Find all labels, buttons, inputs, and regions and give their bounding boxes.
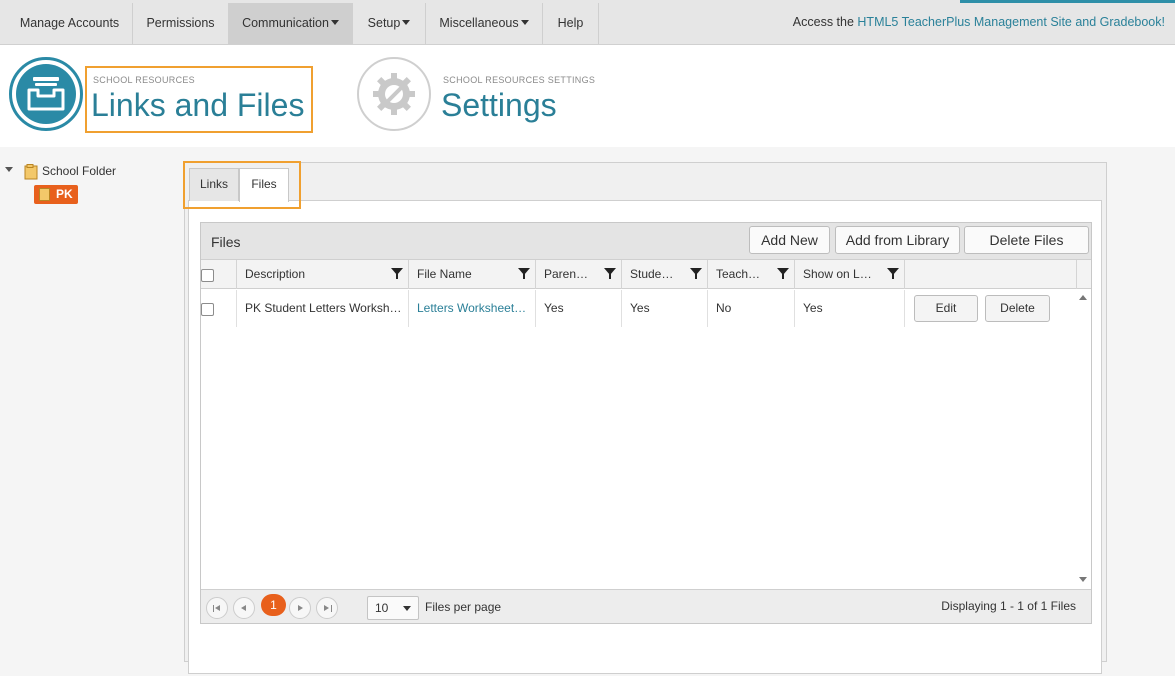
- cell-file-name-link[interactable]: Letters Worksheet…: [409, 290, 536, 327]
- links-files-highlight: [85, 66, 313, 133]
- nav-miscellaneous[interactable]: Miscellaneous: [426, 3, 543, 44]
- table-row[interactable]: PK Student Letters Worksh… Letters Works…: [201, 290, 1077, 327]
- first-page-icon: [213, 605, 214, 612]
- nav-label: Permissions: [146, 16, 215, 30]
- previous-page-button[interactable]: [233, 597, 255, 619]
- previous-page-icon: [241, 605, 246, 611]
- folder-icon: [39, 188, 50, 201]
- nav-label: Manage Accounts: [19, 16, 120, 30]
- tree-node-label: PK: [56, 187, 73, 201]
- caret-down-icon: [402, 20, 411, 25]
- collapse-toggle-icon[interactable]: [5, 167, 13, 172]
- settings-subtitle: SCHOOL RESOURCES SETTINGS: [443, 75, 596, 85]
- scroll-down-arrow-icon[interactable]: [1079, 577, 1087, 582]
- scroll-up-arrow-icon[interactable]: [1079, 295, 1087, 300]
- page-size-select[interactable]: 10: [367, 596, 419, 620]
- cell-show-on: Yes: [795, 290, 905, 327]
- page-size-label: Files per page: [425, 600, 502, 614]
- cell-teacher: No: [708, 290, 795, 327]
- nav-communication[interactable]: Communication: [229, 3, 353, 44]
- last-page-icon: [331, 605, 332, 612]
- nav-label: Communication: [242, 16, 329, 30]
- grid-header-row: Description File Name Paren… Stude… Teac…: [201, 260, 1091, 289]
- last-page-arrow-icon: [324, 605, 329, 611]
- delete-files-button[interactable]: Delete Files: [964, 226, 1089, 254]
- column-description[interactable]: Description: [237, 260, 409, 289]
- row-select-cell: [201, 290, 237, 327]
- inbox-tray-icon[interactable]: [9, 57, 83, 131]
- cell-student: Yes: [622, 290, 708, 327]
- pager-info: Displaying 1 - 1 of 1 Files: [941, 599, 1076, 613]
- next-page-icon: [298, 605, 303, 611]
- settings-gear-icon[interactable]: [357, 57, 431, 131]
- delete-button[interactable]: Delete: [985, 295, 1050, 322]
- column-label: Teach…: [716, 267, 761, 281]
- access-prefix: Access the: [792, 15, 858, 29]
- add-from-library-button[interactable]: Add from Library: [835, 226, 960, 254]
- column-label: File Name: [417, 267, 472, 281]
- grid-pager: 1 10 Files per page Displaying 1 - 1 of …: [201, 589, 1091, 623]
- current-page-badge[interactable]: 1: [261, 594, 286, 616]
- filter-icon[interactable]: [391, 268, 403, 279]
- select-all-cell: [201, 260, 237, 289]
- filter-icon[interactable]: [690, 268, 702, 279]
- nav-manage-accounts[interactable]: Manage Accounts: [7, 3, 133, 44]
- page-size-value: 10: [375, 601, 389, 615]
- column-label: Description: [245, 267, 306, 281]
- nav-label: Setup: [367, 16, 401, 30]
- column-student[interactable]: Stude…: [622, 260, 708, 289]
- page-header: SCHOOL RESOURCES Links and Files SCHOOL …: [0, 45, 1175, 147]
- filter-icon[interactable]: [604, 268, 616, 279]
- column-label: Paren…: [544, 267, 589, 281]
- teacherplus-link[interactable]: HTML5 TeacherPlus Management Site and Gr…: [857, 15, 1165, 29]
- chevron-down-icon: [403, 606, 411, 611]
- column-label: Show on L…: [803, 267, 872, 281]
- grid-toolbar: Files Add New Add from Library Delete Fi…: [201, 223, 1091, 260]
- column-actions: [905, 260, 1077, 289]
- nav-help[interactable]: Help: [543, 3, 599, 44]
- row-checkbox[interactable]: [201, 303, 214, 316]
- nav-label: Miscellaneous: [439, 16, 519, 30]
- nav-setup[interactable]: Setup: [353, 3, 426, 44]
- column-file-name[interactable]: File Name: [409, 260, 536, 289]
- folder-icon: [24, 164, 38, 180]
- cell-description: PK Student Letters Worksh…: [237, 290, 409, 327]
- caret-down-icon: [520, 20, 529, 25]
- caret-down-icon: [330, 20, 339, 25]
- top-navigation-bar: Manage Accounts Permissions Communicatio…: [0, 0, 1175, 45]
- settings-title[interactable]: Settings: [441, 87, 557, 124]
- select-all-checkbox[interactable]: [201, 269, 214, 282]
- column-parent[interactable]: Paren…: [536, 260, 622, 289]
- tree-node-pk[interactable]: PK: [34, 185, 78, 204]
- next-page-button[interactable]: [289, 597, 311, 619]
- add-new-button[interactable]: Add New: [749, 226, 830, 254]
- filter-icon[interactable]: [777, 268, 789, 279]
- access-message: Access the HTML5 TeacherPlus Management …: [793, 3, 1165, 42]
- first-page-arrow-icon: [215, 605, 220, 611]
- cell-parent: Yes: [536, 290, 622, 327]
- tabs-highlight: [183, 161, 301, 209]
- nav-label: Help: [557, 16, 584, 30]
- filter-icon[interactable]: [887, 268, 899, 279]
- column-show-on[interactable]: Show on L…: [795, 260, 905, 289]
- files-grid: Files Add New Add from Library Delete Fi…: [200, 222, 1092, 624]
- grid-title: Files: [211, 234, 241, 250]
- edit-button[interactable]: Edit: [914, 295, 978, 322]
- last-page-button[interactable]: [316, 597, 338, 619]
- first-page-button[interactable]: [206, 597, 228, 619]
- tree-root-label[interactable]: School Folder: [42, 164, 116, 178]
- column-teacher[interactable]: Teach…: [708, 260, 795, 289]
- column-label: Stude…: [630, 267, 674, 281]
- filter-icon[interactable]: [518, 268, 530, 279]
- nav-permissions[interactable]: Permissions: [133, 3, 229, 44]
